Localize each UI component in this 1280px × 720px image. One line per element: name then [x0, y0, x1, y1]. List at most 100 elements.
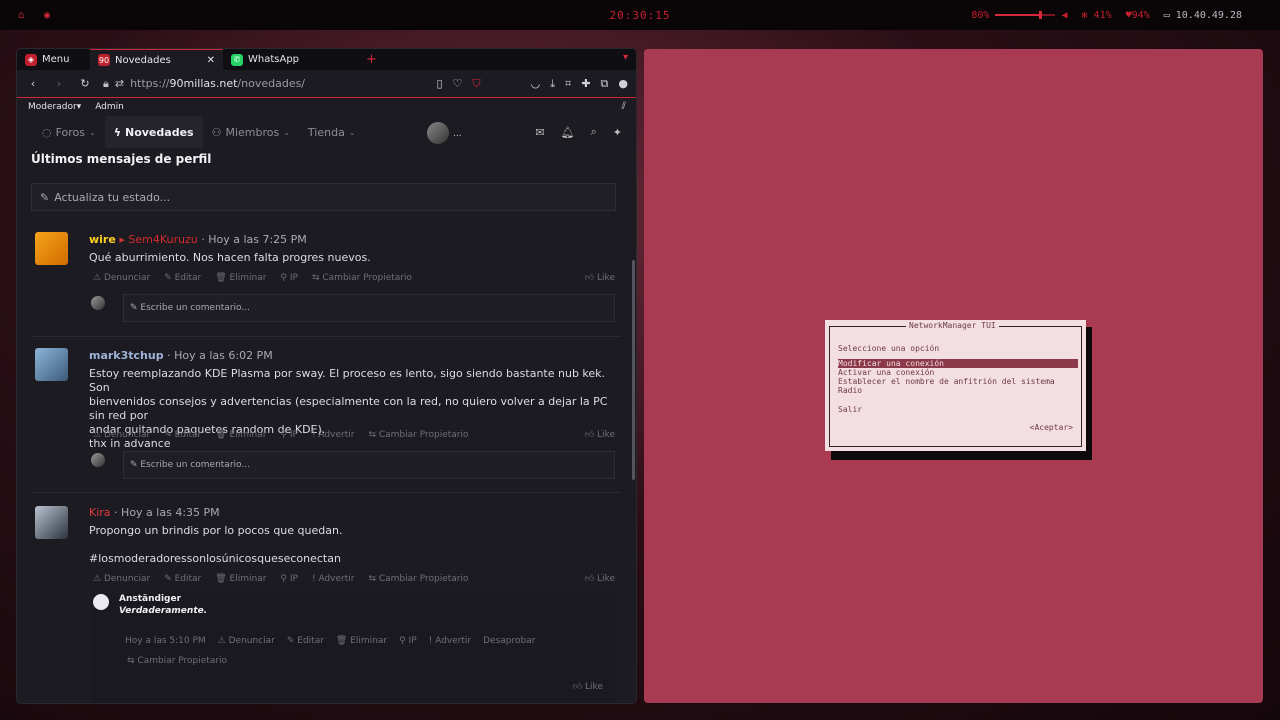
change-owner-button[interactable]: ⇆ Cambiar Propietario [312, 273, 412, 283]
report-button[interactable]: ⚠ Denunciar [93, 430, 150, 440]
app-logo-icon[interactable]: ◉ [44, 10, 50, 21]
report-button[interactable]: ⚠ Denunciar [93, 574, 150, 584]
delete-button[interactable]: 🗑︎ Eliminar [336, 636, 387, 646]
inbox-icon[interactable]: ✉ [535, 126, 544, 139]
url-text[interactable]: https://90millas.net/novedades/ [130, 77, 305, 90]
tab-whatsapp[interactable]: ✆ WhatsApp [223, 49, 356, 70]
user-menu-dots[interactable]: ... [453, 129, 462, 139]
warn-button[interactable]: ! Advertir [312, 430, 354, 440]
network-widget: ▭ 10.40.49.28 [1163, 9, 1242, 21]
avatar[interactable] [35, 232, 68, 265]
like-button[interactable]: 👍︎ Like [573, 682, 603, 692]
post-time[interactable]: Hoy a las 4:35 PM [121, 506, 220, 519]
edit-button[interactable]: ✎ Editar [287, 636, 324, 646]
volume-knob[interactable] [1039, 11, 1043, 19]
delete-button[interactable]: 🗑︎ Eliminar [215, 430, 266, 440]
reader-mode-icon[interactable]: ▯ [436, 77, 442, 91]
status-input[interactable]: ✎ Actualiza tu estado... [31, 183, 616, 211]
bolt-icon: ϟ [113, 125, 121, 139]
option-set-hostname[interactable]: Establecer el nombre de anfitrión del si… [838, 377, 1078, 386]
reply-time[interactable]: Hoy a las 5:10 PM [125, 636, 206, 646]
download-icon[interactable]: ⤓ [550, 77, 555, 91]
post-time[interactable]: Hoy a las 7:25 PM [208, 233, 307, 246]
ublock-shield-icon[interactable]: ⛉ [472, 77, 480, 91]
delete-button[interactable]: 🗑︎ Eliminar [215, 574, 266, 584]
edit-button[interactable]: ✎ Editar [164, 430, 201, 440]
bookmark-heart-icon[interactable]: ♡ [453, 77, 463, 91]
change-owner-button[interactable]: ⇆ Cambiar Propietario [368, 574, 468, 584]
bell-icon[interactable]: 🔔︎ [561, 126, 575, 139]
tab-list-chevron-icon[interactable]: ▾ [623, 52, 628, 63]
home-icon[interactable]: ⌂ [18, 10, 24, 21]
post-time[interactable]: Hoy a las 6:02 PM [174, 349, 273, 362]
stats-icon[interactable]: ⫽ [622, 101, 626, 112]
ip-button[interactable]: ⚲ IP [280, 273, 298, 283]
permissions-icon[interactable]: ⇄ [115, 77, 124, 90]
scrollbar[interactable] [632, 260, 635, 480]
nav-tienda[interactable]: Tienda ⌄ [299, 116, 365, 148]
chevron-down-icon: ⌄ [348, 127, 356, 137]
option-quit[interactable]: Salir [838, 405, 1078, 414]
search-icon[interactable]: ⌕ [591, 125, 597, 139]
pocket-icon[interactable]: ◡ [531, 77, 541, 91]
delete-button[interactable]: 🗑︎ Eliminar [215, 273, 266, 283]
commenter-avatar [91, 453, 105, 467]
post-author[interactable]: mark3tchup [89, 349, 164, 362]
user-avatar[interactable] [427, 122, 449, 144]
reload-icon[interactable]: ↻ [77, 77, 93, 90]
bookmarks-bar: Moderador▾ Admin ⫽ [17, 98, 636, 116]
nav-miembros[interactable]: ⚇ Miembros ⌄ [203, 116, 299, 148]
post-target[interactable]: Sem4Kuruzu [128, 233, 197, 246]
nav-novedades[interactable]: ϟ Novedades [104, 116, 203, 148]
volume-slider[interactable] [995, 11, 1056, 19]
comment-row: ✎ Escribe un comentario... [89, 294, 615, 322]
ip-button[interactable]: ⚲ IP [280, 430, 298, 440]
avatar[interactable] [35, 348, 68, 381]
accept-button[interactable]: <Aceptar> [1030, 423, 1073, 432]
like-button[interactable]: 👍︎ Like [585, 430, 615, 440]
extensions-icon[interactable]: ✚ [581, 77, 590, 91]
bookmark-admin[interactable]: Admin [95, 102, 124, 112]
change-owner-button[interactable]: ⇆ Cambiar Propietario [127, 656, 227, 666]
reply-comment: Anständiger Verdaderamente. Hoy a las 5:… [93, 594, 615, 703]
lightbulb-icon[interactable]: ✦ [613, 126, 622, 139]
option-edit-connection[interactable]: Modificar una conexión [838, 359, 1078, 368]
avatar[interactable] [35, 506, 68, 539]
forward-icon[interactable]: › [51, 77, 67, 90]
edit-button[interactable]: ✎ Editar [164, 574, 201, 584]
option-radio[interactable]: Radio [838, 386, 1078, 395]
ip-button[interactable]: ⚲ IP [280, 574, 298, 584]
reply-avatar[interactable] [93, 594, 109, 610]
top-panel: ⌂ ◉ 20:30:15 80% ◀ ✻ 41% ♥94% ▭ 10.40.49… [0, 0, 1280, 30]
comment-input[interactable]: ✎ Escribe un comentario... [123, 451, 615, 479]
account-icon[interactable]: ● [618, 77, 628, 91]
bookmark-moderador[interactable]: Moderador▾ [28, 102, 81, 112]
share-icon[interactable]: ⧉ [601, 77, 609, 91]
tab-menu[interactable]: ◈ Menu [17, 49, 90, 70]
url-bar[interactable]: 🔒︎ ⇄ https://90millas.net/novedades/ [103, 77, 426, 91]
hashtag-link[interactable]: #losmoderadoressonlosúnicosqueseconectan [89, 552, 621, 566]
option-activate-connection[interactable]: Activar una conexión [838, 368, 1078, 377]
like-button[interactable]: 👍︎ Like [585, 273, 615, 283]
screenshot-icon[interactable]: ⌗ [565, 77, 571, 91]
back-icon[interactable]: ‹ [25, 77, 41, 90]
tab-novedades[interactable]: 90 Novedades ✕ [90, 49, 223, 70]
comment-input[interactable]: ✎ Escribe un comentario... [123, 294, 615, 322]
edit-button[interactable]: ✎ Editar [164, 273, 201, 283]
post-author[interactable]: wire [89, 233, 116, 246]
report-button[interactable]: ⚠ Denunciar [218, 636, 275, 646]
like-button[interactable]: 👍︎ Like [585, 574, 615, 584]
reply-author[interactable]: Anständiger [119, 594, 181, 604]
menu-favicon-icon: ◈ [25, 53, 37, 66]
nav-foros[interactable]: ◌ Foros ⌄ [33, 116, 105, 148]
ip-button[interactable]: ⚲ IP [399, 636, 417, 646]
new-tab-button[interactable]: + [356, 49, 387, 70]
close-tab-icon[interactable]: ✕ [207, 55, 215, 66]
post-author[interactable]: Kira [89, 506, 111, 519]
report-button[interactable]: ⚠ Denunciar [93, 273, 150, 283]
warn-button[interactable]: ! Advertir [312, 574, 354, 584]
volume-widget[interactable]: 80% ◀ [971, 10, 1067, 21]
change-owner-button[interactable]: ⇆ Cambiar Propietario [368, 430, 468, 440]
warn-button[interactable]: ! Advertir [429, 636, 471, 646]
unapprove-button[interactable]: Desaprobar [483, 636, 535, 646]
